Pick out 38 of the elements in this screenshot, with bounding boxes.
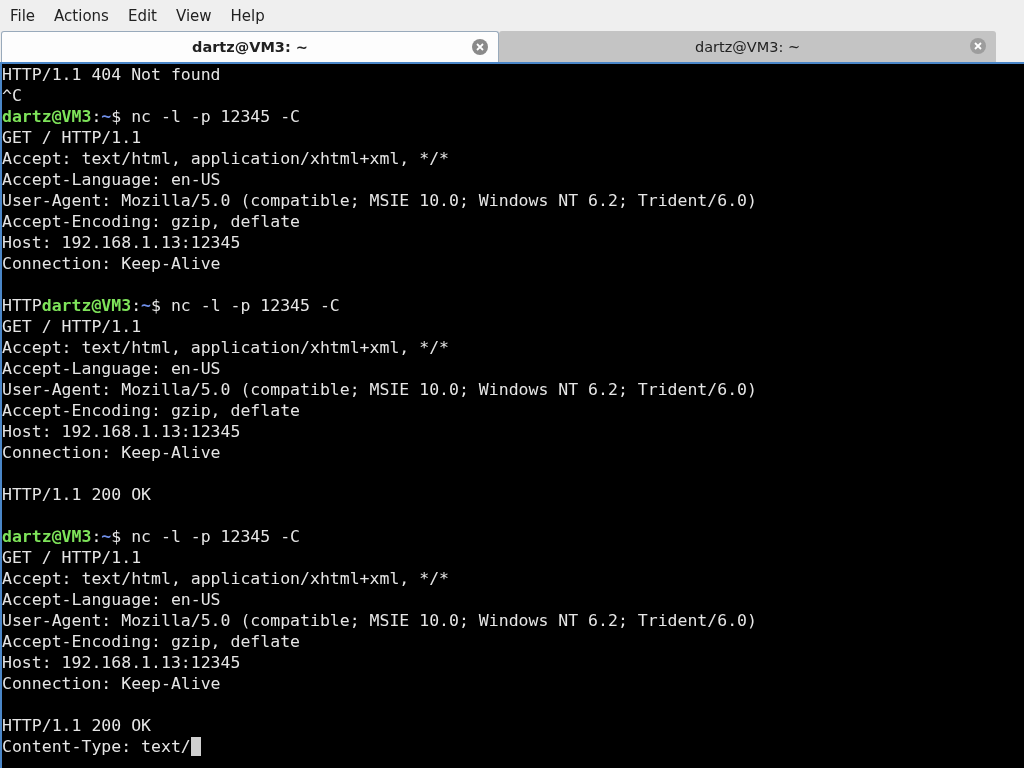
terminal-line: User-Agent: Mozilla/5.0 (compatible; MSIE 10.0; Windows NT 6.2; Trident/6.0) [2,610,757,631]
terminal-line: ^C [2,85,22,106]
terminal-line: dartz@VM3:~$ nc -l -p 12345 -C [2,106,301,127]
terminal-tab[interactable]: dartz@VM3: ~ [1,31,499,62]
terminal-line: Host: 192.168.1.13:12345 [2,232,241,253]
terminal-line: Content-Type: text/ [2,736,191,757]
terminal-line: Accept: text/html, application/xhtml+xml, */* [2,148,450,169]
terminal-line: dartz@VM3:~$ nc -l -p 12345 -C [2,526,301,547]
terminal-line: Accept-Language: en-US [2,358,221,379]
terminal-line: GET / HTTP/1.1 [2,547,142,568]
menu-item[interactable]: File [10,6,36,25]
terminal-line: GET / HTTP/1.1 [2,127,142,148]
terminal-line: Connection: Keep-Alive [2,442,221,463]
menu-item[interactable]: Edit [127,6,157,25]
terminal-line: Host: 192.168.1.13:12345 [2,421,241,442]
terminal-line: HTTPdartz@VM3:~$ nc -l -p 12345 -C [2,295,340,316]
terminal-line: Accept-Encoding: gzip, deflate [2,631,300,652]
terminal-line: Accept-Language: en-US [2,169,221,190]
terminal-line: Connection: Keep-Alive [2,253,221,274]
terminal-line: Accept: text/html, application/xhtml+xml, */* [2,337,450,358]
terminal-line: HTTP/1.1 200 OK [2,484,151,505]
terminal-line: GET / HTTP/1.1 [2,316,142,337]
terminal-line: User-Agent: Mozilla/5.0 (compatible; MSIE 10.0; Windows NT 6.2; Trident/6.0) [2,190,757,211]
terminal-line: HTTP/1.1 404 Not found [2,64,221,85]
terminal-tab[interactable]: dartz@VM3: ~ [499,31,996,62]
menu-item[interactable]: Actions [54,6,109,25]
terminal-line: Accept: text/html, application/xhtml+xml, */* [2,568,450,589]
terminal-line: Accept-Encoding: gzip, deflate [2,211,300,232]
menu-item[interactable]: View [175,6,212,25]
terminal-line: Accept-Encoding: gzip, deflate [2,400,300,421]
menu-item[interactable]: Help [230,6,265,25]
terminal-line: User-Agent: Mozilla/5.0 (compatible; MSIE 10.0; Windows NT 6.2; Trident/6.0) [2,379,757,400]
terminal-line: Host: 192.168.1.13:12345 [2,652,241,673]
close-icon[interactable] [472,39,488,55]
terminal-line: Accept-Language: en-US [2,589,221,610]
terminal-line: Connection: Keep-Alive [2,673,221,694]
close-icon[interactable] [970,38,986,54]
terminal-line: HTTP/1.1 200 OK [2,715,151,736]
